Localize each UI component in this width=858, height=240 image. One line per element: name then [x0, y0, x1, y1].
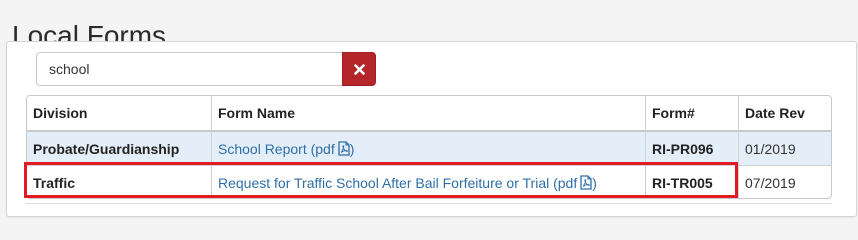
date-rev-cell: 01/2019 — [738, 131, 831, 166]
column-header-form-name[interactable]: Form Name — [211, 96, 646, 132]
form-link-text: School Report (pdf — [218, 140, 335, 157]
division-cell: Probate/Guardianship — [27, 131, 212, 166]
column-header-form-number[interactable]: Form# — [645, 96, 739, 132]
form-link-text: Request for Traffic School After Bail Fo… — [218, 174, 578, 191]
search-input[interactable] — [36, 52, 342, 86]
table-row: Probate/Guardianship School Report (pdf)… — [27, 131, 831, 166]
forms-table-container: Division Form Name Form# Date Rev Probat… — [26, 95, 832, 199]
clear-search-button[interactable] — [342, 52, 376, 86]
close-icon — [353, 63, 365, 75]
table-row: Traffic Request for Traffic School After… — [27, 165, 831, 198]
form-link[interactable]: School Report (pdf) — [218, 141, 354, 157]
form-name-cell: School Report (pdf) — [211, 131, 646, 166]
forms-table: Division Form Name Form# Date Rev Probat… — [27, 96, 831, 198]
form-name-cell: Request for Traffic School After Bail Fo… — [211, 165, 646, 198]
form-number-cell: RI-TR005 — [645, 165, 739, 198]
pdf-file-icon — [580, 174, 592, 190]
form-link[interactable]: Request for Traffic School After Bail Fo… — [218, 175, 597, 191]
pdf-file-icon — [338, 140, 350, 156]
column-header-division[interactable]: Division — [27, 96, 212, 132]
date-rev-cell: 07/2019 — [745, 174, 796, 191]
table-header-row: Division Form Name Form# Date Rev — [27, 96, 831, 132]
column-header-date-rev[interactable]: Date Rev — [738, 96, 831, 132]
division-cell: Traffic — [27, 165, 212, 198]
form-number-cell: RI-PR096 — [645, 131, 739, 166]
divider — [26, 203, 832, 204]
